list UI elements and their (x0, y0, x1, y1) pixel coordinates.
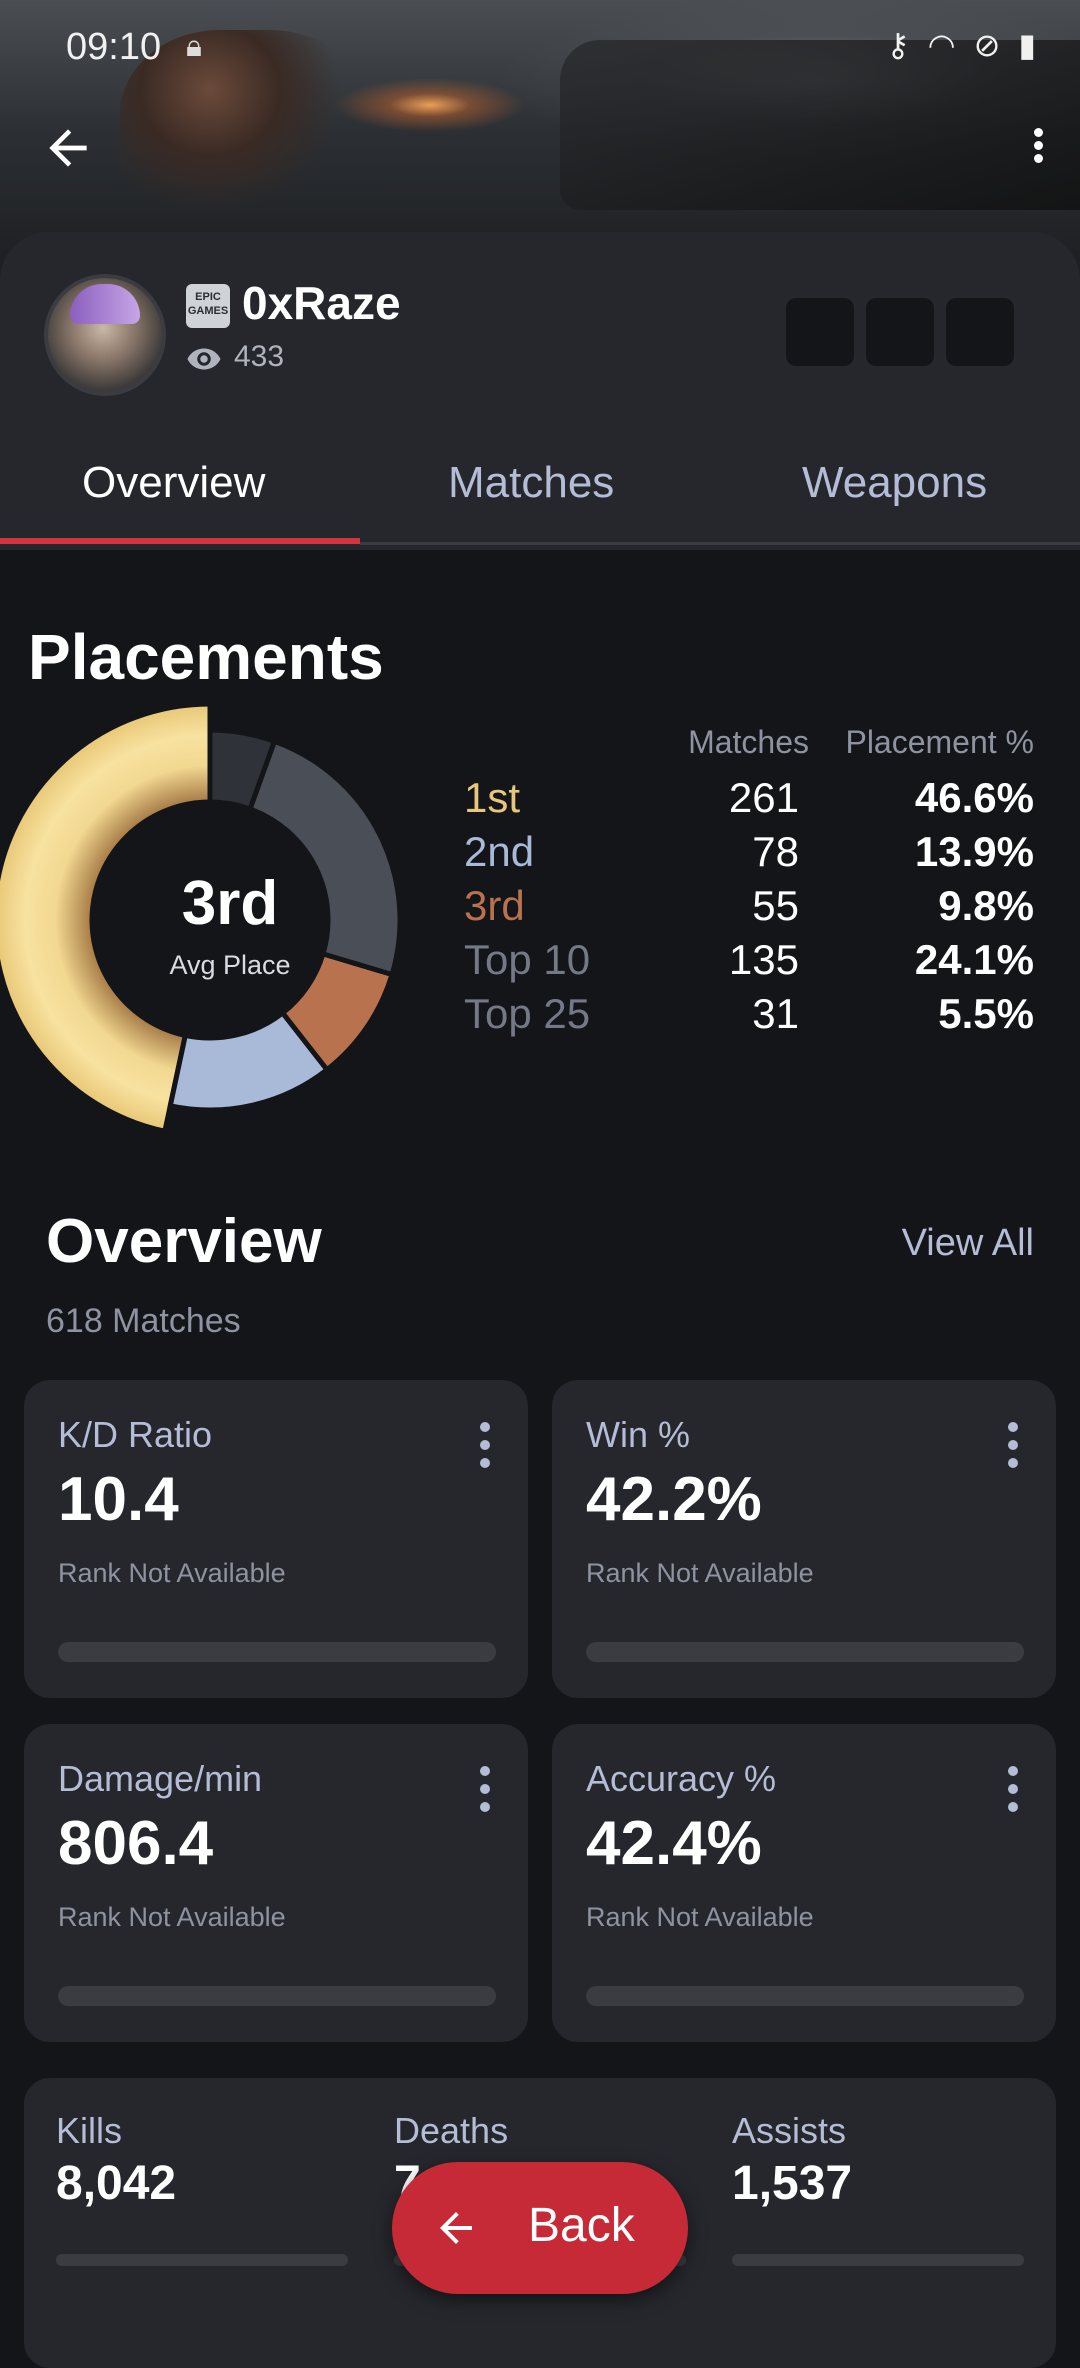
stat-rank: Rank Not Available (58, 1558, 286, 1588)
table-row: 3rd 55 9.8% (464, 882, 1044, 936)
table-row: Top 25 31 5.5% (464, 990, 1044, 1044)
tab-matches[interactable]: Matches (448, 458, 614, 508)
stat-value: 10.4 (58, 1465, 179, 1534)
placement-matches: 261 (728, 774, 799, 821)
card-menu-icon[interactable] (478, 1422, 492, 1476)
card-menu-icon[interactable] (1006, 1422, 1020, 1476)
stat-label: Win % (586, 1414, 691, 1455)
placement-percent: 46.6% (914, 774, 1034, 821)
table-row: Top 10 135 24.1% (464, 936, 1044, 990)
donut-slice-top-10 (246, 738, 403, 978)
table-row: 2nd 78 13.9% (464, 828, 1044, 882)
stat-value: 42.2% (586, 1465, 762, 1534)
table-row: 1st 261 46.6% (464, 774, 1044, 828)
placement-label: 1st (464, 774, 521, 821)
stat-value: 806.4 (58, 1809, 214, 1878)
kills-stat: Kills 8,042 (56, 2110, 176, 2211)
stat-label: Accuracy % (586, 1758, 777, 1799)
back-button[interactable]: Back (392, 2162, 688, 2294)
back-arrow-icon[interactable] (40, 120, 96, 176)
placement-label: Top 25 (464, 990, 591, 1037)
assists-bar (732, 2254, 1024, 2266)
avg-place-label: Avg Place (169, 950, 291, 980)
stat-rank-bar (586, 1986, 1024, 2006)
stat-rank-bar (586, 1642, 1024, 1662)
stat-label: K/D Ratio (58, 1414, 213, 1455)
player-name: 0xRaze (242, 277, 401, 329)
status-icons: ⚷ ◠ ⊘ ▮ (886, 26, 1036, 64)
placements-title: Placements (28, 621, 384, 693)
stat-value: 42.4% (586, 1809, 762, 1878)
stat-card-accuracy[interactable]: Accuracy % 42.4% Rank Not Available (552, 1724, 1056, 2042)
avatar[interactable] (44, 274, 166, 396)
status-time: 09:10 (66, 26, 162, 68)
view-count: 433 (234, 340, 285, 373)
hero-vehicle (560, 40, 1080, 210)
assists-value: 1,537 (732, 2157, 853, 2210)
placement-percent: 5.5% (938, 990, 1034, 1037)
stat-card-kd[interactable]: K/D Ratio 10.4 Rank Not Available (24, 1380, 528, 1698)
arrow-left-icon (440, 2212, 472, 2244)
placements-table: Matches Placement % 1st 261 46.6% 2nd 78… (464, 724, 1044, 1044)
stat-card-win[interactable]: Win % 42.2% Rank Not Available (552, 1380, 1056, 1698)
placement-label: Top 10 (464, 936, 591, 983)
battery-icon: ▮ (1018, 27, 1036, 63)
placement-matches: 135 (728, 936, 799, 983)
active-tab-indicator (0, 538, 360, 544)
view-all-link[interactable]: View All (902, 1222, 1034, 1265)
kills-bar (56, 2254, 348, 2266)
vpn-key-icon: ⚷ (886, 27, 910, 63)
stat-rank-bar (58, 1642, 496, 1662)
stat-rank: Rank Not Available (586, 1902, 814, 1932)
card-menu-icon[interactable] (1006, 1766, 1020, 1820)
eye-icon (187, 348, 221, 370)
badge-slot[interactable] (866, 298, 934, 366)
assists-label: Assists (732, 2110, 847, 2151)
stat-rank: Rank Not Available (586, 1558, 814, 1588)
stat-rank-bar (58, 1986, 496, 2006)
placement-percent: 9.8% (938, 882, 1034, 929)
placements-table-header: Matches Placement % (464, 724, 1044, 774)
overview-title: Overview (46, 1207, 322, 1276)
more-options-icon[interactable] (1024, 124, 1052, 180)
kills-label: Kills (56, 2110, 123, 2151)
placement-matches: 78 (752, 828, 799, 875)
back-button-label: Back (528, 2199, 635, 2252)
dnd-icon: ⊘ (973, 27, 1001, 63)
avg-place-value: 3rd (181, 869, 279, 938)
tab-overview[interactable]: Overview (82, 458, 265, 508)
placement-label: 3rd (464, 882, 525, 929)
assists-stat: Assists 1,537 (732, 2110, 852, 2211)
badge-slots (786, 298, 1014, 366)
tab-weapons[interactable]: Weapons (802, 458, 987, 508)
placement-matches: 31 (752, 990, 799, 1037)
col-percent-header: Placement % (845, 724, 1034, 760)
match-count: 618 Matches (46, 1302, 241, 1340)
epic-games-icon: EPIC GAMES (186, 284, 230, 328)
badge-slot[interactable] (786, 298, 854, 366)
wifi-icon: ◠ (927, 27, 956, 63)
tab-divider (360, 542, 1080, 545)
placement-matches: 55 (752, 882, 799, 929)
stat-rank: Rank Not Available (58, 1902, 286, 1932)
tab-bar: Overview Matches Weapons (0, 400, 1080, 548)
status-notification-icon: 🔒︎ (186, 30, 202, 63)
stat-label: Damage/min (58, 1758, 263, 1799)
placement-percent: 13.9% (914, 828, 1034, 875)
card-menu-icon[interactable] (478, 1766, 492, 1820)
placement-label: 2nd (464, 828, 535, 875)
placement-percent: 24.1% (914, 936, 1034, 983)
kills-value: 8,042 (56, 2157, 177, 2210)
deaths-label: Deaths (394, 2110, 509, 2151)
badge-slot[interactable] (946, 298, 1014, 366)
stat-card-damage[interactable]: Damage/min 806.4 Rank Not Available (24, 1724, 528, 2042)
col-matches-header: Matches (688, 724, 809, 760)
